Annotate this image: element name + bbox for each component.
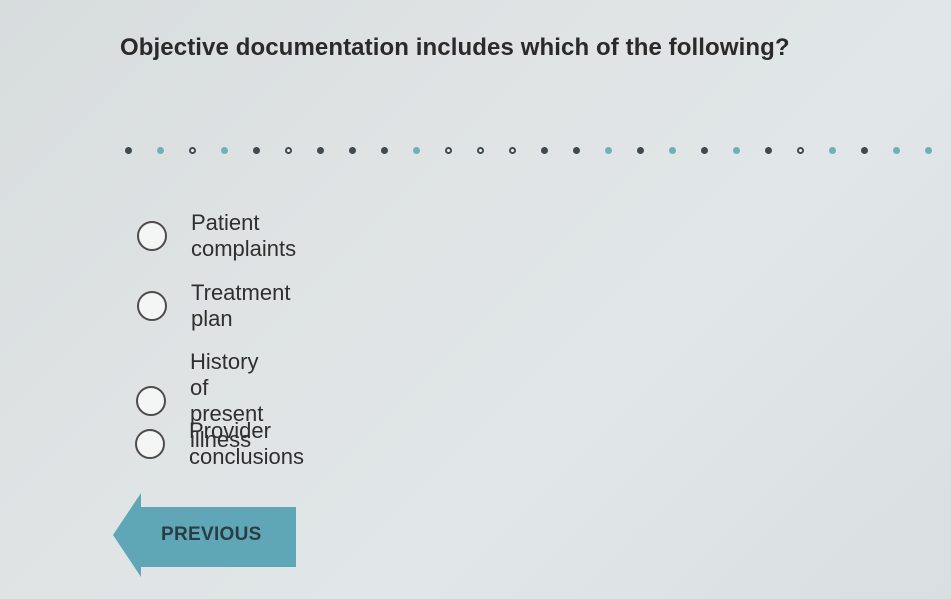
progress-dot	[893, 147, 900, 154]
radio-button[interactable]	[137, 221, 167, 251]
progress-dot	[317, 147, 324, 154]
option-treatment-plan[interactable]: Treatment plan	[137, 280, 290, 332]
progress-dot	[189, 147, 196, 154]
previous-button[interactable]: PREVIOUS	[113, 493, 296, 577]
radio-button[interactable]	[135, 429, 165, 459]
progress-dot	[605, 147, 612, 154]
progress-dot	[733, 147, 740, 154]
progress-dot	[541, 147, 548, 154]
radio-button[interactable]	[136, 386, 166, 416]
progress-dot	[509, 147, 516, 154]
option-label: Patient complaints	[191, 210, 297, 261]
progress-dot	[669, 147, 676, 154]
progress-dot	[925, 147, 932, 154]
progress-dot	[445, 147, 452, 154]
progress-dot	[381, 147, 388, 154]
radio-button[interactable]	[137, 291, 167, 321]
progress-dot	[637, 147, 644, 154]
option-patient-complaints[interactable]: Patient complaints	[137, 210, 296, 262]
progress-dot	[861, 147, 868, 154]
progress-dot	[157, 147, 164, 154]
progress-dot	[797, 147, 804, 154]
progress-dot	[765, 147, 772, 154]
progress-dot	[829, 147, 836, 154]
progress-dot	[701, 147, 708, 154]
progress-indicator	[125, 140, 951, 160]
progress-dot	[349, 147, 356, 154]
question-text: Objective documentation includes which o…	[120, 34, 790, 61]
option-label: Provider conclusions	[189, 418, 304, 469]
progress-dot	[253, 147, 260, 154]
progress-dot	[477, 147, 484, 154]
option-label: Treatment plan	[191, 280, 291, 331]
progress-dot	[125, 147, 132, 154]
option-provider-conclusions[interactable]: Provider conclusions	[135, 418, 304, 470]
previous-label: PREVIOUS	[161, 524, 262, 545]
progress-dot	[413, 147, 420, 154]
progress-dot	[221, 147, 228, 154]
progress-dot	[285, 147, 292, 154]
progress-dot	[573, 147, 580, 154]
